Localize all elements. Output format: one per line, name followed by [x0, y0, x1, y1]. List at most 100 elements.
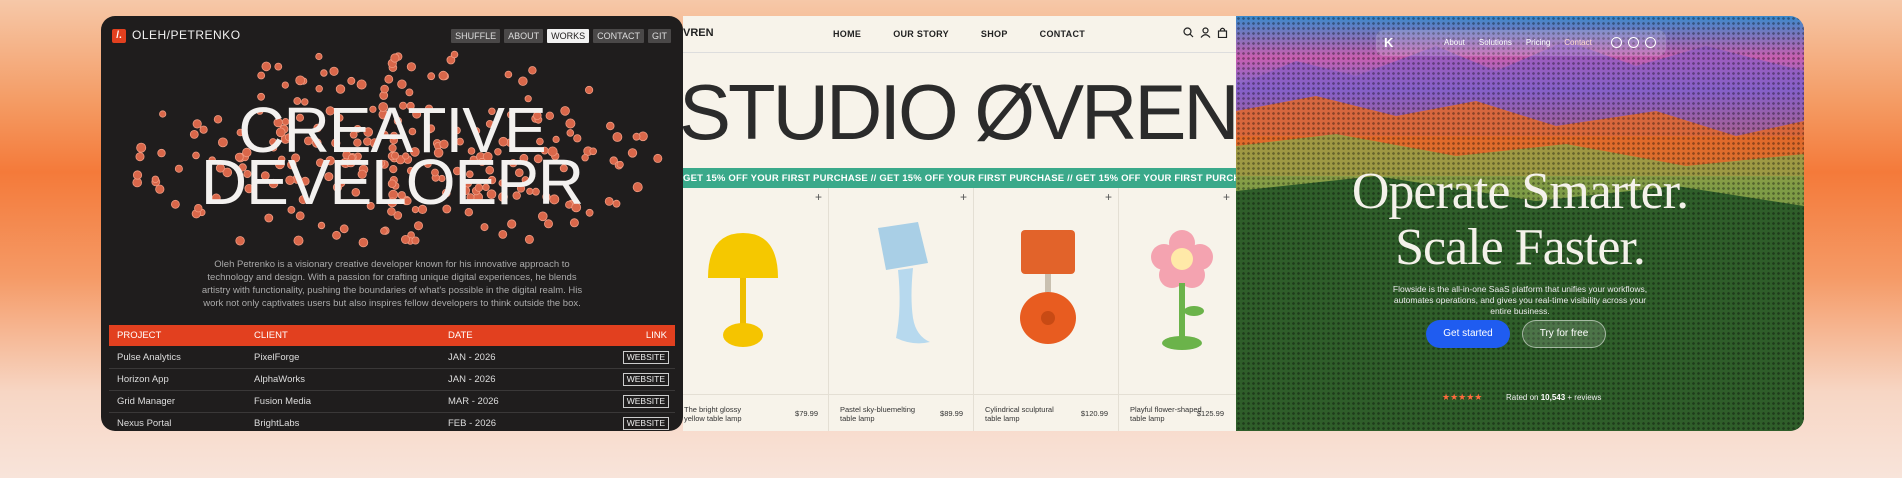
brand-name: OLEH/PETRENKO — [132, 28, 241, 42]
particle-dot — [585, 208, 594, 217]
particle-dot — [569, 218, 579, 228]
hero-headline: CREATIVE DEVELOEPR — [101, 98, 683, 214]
website-button[interactable]: WEBSITE — [622, 373, 669, 386]
bell-icon[interactable] — [1628, 37, 1639, 48]
promo-ticker-text: GET 15% OFF YOUR FIRST PURCHASE // GET 1… — [683, 173, 1236, 184]
shop-preview-card[interactable]: VREN HOME OUR STORY SHOP CONTACT STUDIO … — [683, 16, 1236, 431]
product-card[interactable]: + Pastel sky-bluemelting table lamp $89.… — [828, 188, 974, 431]
add-icon[interactable]: + — [815, 190, 822, 204]
product-price: $89.99 — [940, 409, 963, 418]
flower-lamp-image — [1151, 230, 1213, 350]
hero-headline: Operate Smarter. Scale Faster. — [1236, 164, 1804, 276]
client-name: PixelForge — [254, 352, 300, 363]
nav-home[interactable]: HOME — [833, 29, 861, 39]
rating-text: Rated on 10,543 + reviews — [1506, 393, 1601, 402]
particle-dot — [507, 219, 517, 229]
bag-icon[interactable] — [1217, 27, 1228, 38]
particle-dot — [339, 224, 349, 234]
project-name: Pulse Analytics — [117, 352, 181, 363]
product-card[interactable]: + Playful flower-shaped table lamp $125.… — [1118, 188, 1236, 431]
particle-dot — [257, 71, 266, 80]
nav-works[interactable]: WORKS — [547, 29, 590, 43]
nav-shop[interactable]: SHOP — [981, 29, 1008, 39]
nav-shuffle[interactable]: SHUFFLE — [451, 29, 501, 43]
product-price: $125.99 — [1196, 409, 1224, 418]
product-name: The bright glossy yellow table lamp — [684, 405, 742, 423]
table-row: Horizon App AlphaWorks JAN - 2026 WEBSIT… — [109, 369, 675, 391]
globe-icon[interactable] — [1611, 37, 1622, 48]
nav-contact[interactable]: CONTACT — [1040, 29, 1085, 39]
table-row: Grid Manager Fusion Media MAR - 2026 WEB… — [109, 391, 675, 413]
particle-dot — [281, 81, 289, 89]
orange-cylinder-lamp-image — [1020, 230, 1076, 344]
header-icons — [1183, 27, 1228, 38]
particle-dot — [384, 74, 394, 84]
particle-dot — [390, 53, 400, 63]
website-button[interactable]: WEBSITE — [622, 351, 669, 364]
client-name: Fusion Media — [254, 396, 312, 407]
yellow-lamp-image — [708, 233, 778, 347]
particle-dot — [315, 52, 323, 61]
nav-about[interactable]: ABOUT — [504, 29, 544, 43]
hero-headline-line2: Scale Faster. — [1395, 219, 1646, 276]
particle-dot — [406, 62, 416, 72]
blue-melting-lamp-image — [878, 222, 930, 344]
particle-dot — [450, 50, 459, 59]
brand-logo-icon[interactable]: K — [1384, 36, 1396, 50]
try-for-free-button[interactable]: Try for free — [1522, 320, 1606, 348]
particle-dot — [380, 227, 388, 235]
particle-dot — [335, 84, 346, 94]
project-name: Nexus Portal — [117, 418, 172, 429]
particle-dot — [380, 84, 389, 94]
rating-count: 10,543 — [1540, 393, 1566, 402]
project-date: JAN - 2026 — [448, 352, 496, 363]
top-nav: HOME OUR STORY SHOP CONTACT — [833, 29, 1085, 39]
website-button[interactable]: WEBSITE — [622, 395, 669, 408]
hero-headline: STUDIO ØVREN — [683, 68, 1236, 156]
nav-solutions[interactable]: Solutions — [1479, 38, 1512, 47]
particle-dot — [427, 72, 436, 81]
particle-dot — [411, 236, 420, 245]
particle-dot — [356, 79, 367, 90]
nav-pricing[interactable]: Pricing — [1526, 38, 1550, 47]
saas-preview-card[interactable]: K About Solutions Pricing Contact Operat… — [1236, 16, 1804, 431]
nav-our-story[interactable]: OUR STORY — [893, 29, 949, 39]
nav-about[interactable]: About — [1444, 38, 1465, 47]
top-nav: K About Solutions Pricing Contact — [1376, 30, 1666, 56]
add-icon[interactable]: + — [1105, 190, 1112, 204]
brand-logo-icon: /. — [112, 29, 126, 43]
nav-git[interactable]: GIT — [648, 29, 671, 43]
user-icon[interactable] — [1200, 27, 1211, 38]
projects-table-header: PROJECT CLIENT DATE LINK — [109, 325, 675, 346]
website-button[interactable]: WEBSITE — [622, 417, 669, 430]
product-price: $120.99 — [1080, 409, 1108, 418]
add-icon[interactable]: + — [960, 190, 967, 204]
hero-headline-line1: Operate Smarter. — [1351, 163, 1689, 220]
particle-dot — [358, 237, 369, 248]
particle-dot — [543, 219, 553, 229]
project-date: JAN - 2026 — [448, 374, 496, 385]
col-project: PROJECT — [117, 330, 162, 341]
product-footer: Pastel sky-bluemelting table lamp $89.99 — [828, 394, 973, 431]
product-name: Pastel sky-bluemelting table lamp — [840, 405, 916, 423]
get-started-button[interactable]: Get started — [1426, 320, 1510, 348]
rating-suffix: + reviews — [1567, 393, 1602, 402]
portfolio-preview-card[interactable]: /. OLEH/PETRENKO SHUFFLE ABOUT WORKS CON… — [101, 16, 683, 431]
nav-contact[interactable]: CONTACT — [593, 29, 644, 43]
particle-dot — [480, 223, 489, 232]
search-icon[interactable] — [1183, 27, 1194, 38]
menu-icon[interactable] — [1645, 37, 1656, 48]
project-date: FEB - 2026 — [448, 418, 497, 429]
nav-icons — [1611, 37, 1656, 48]
particle-dot — [504, 70, 513, 79]
project-date: MAR - 2026 — [448, 396, 499, 407]
product-card[interactable]: + The bright glossy yellow table lamp $7… — [683, 188, 829, 431]
nav-contact[interactable]: Contact — [1564, 38, 1592, 47]
project-name: Horizon App — [117, 374, 169, 385]
add-icon[interactable]: + — [1223, 190, 1230, 204]
product-card[interactable]: + Cylindrical sculptural table lamp $120… — [973, 188, 1119, 431]
particle-dot — [329, 66, 339, 76]
particle-dot — [317, 221, 326, 230]
particle-dot — [320, 69, 328, 77]
hero-subtitle: Flowside is the all-in-one SaaS platform… — [1392, 284, 1648, 316]
